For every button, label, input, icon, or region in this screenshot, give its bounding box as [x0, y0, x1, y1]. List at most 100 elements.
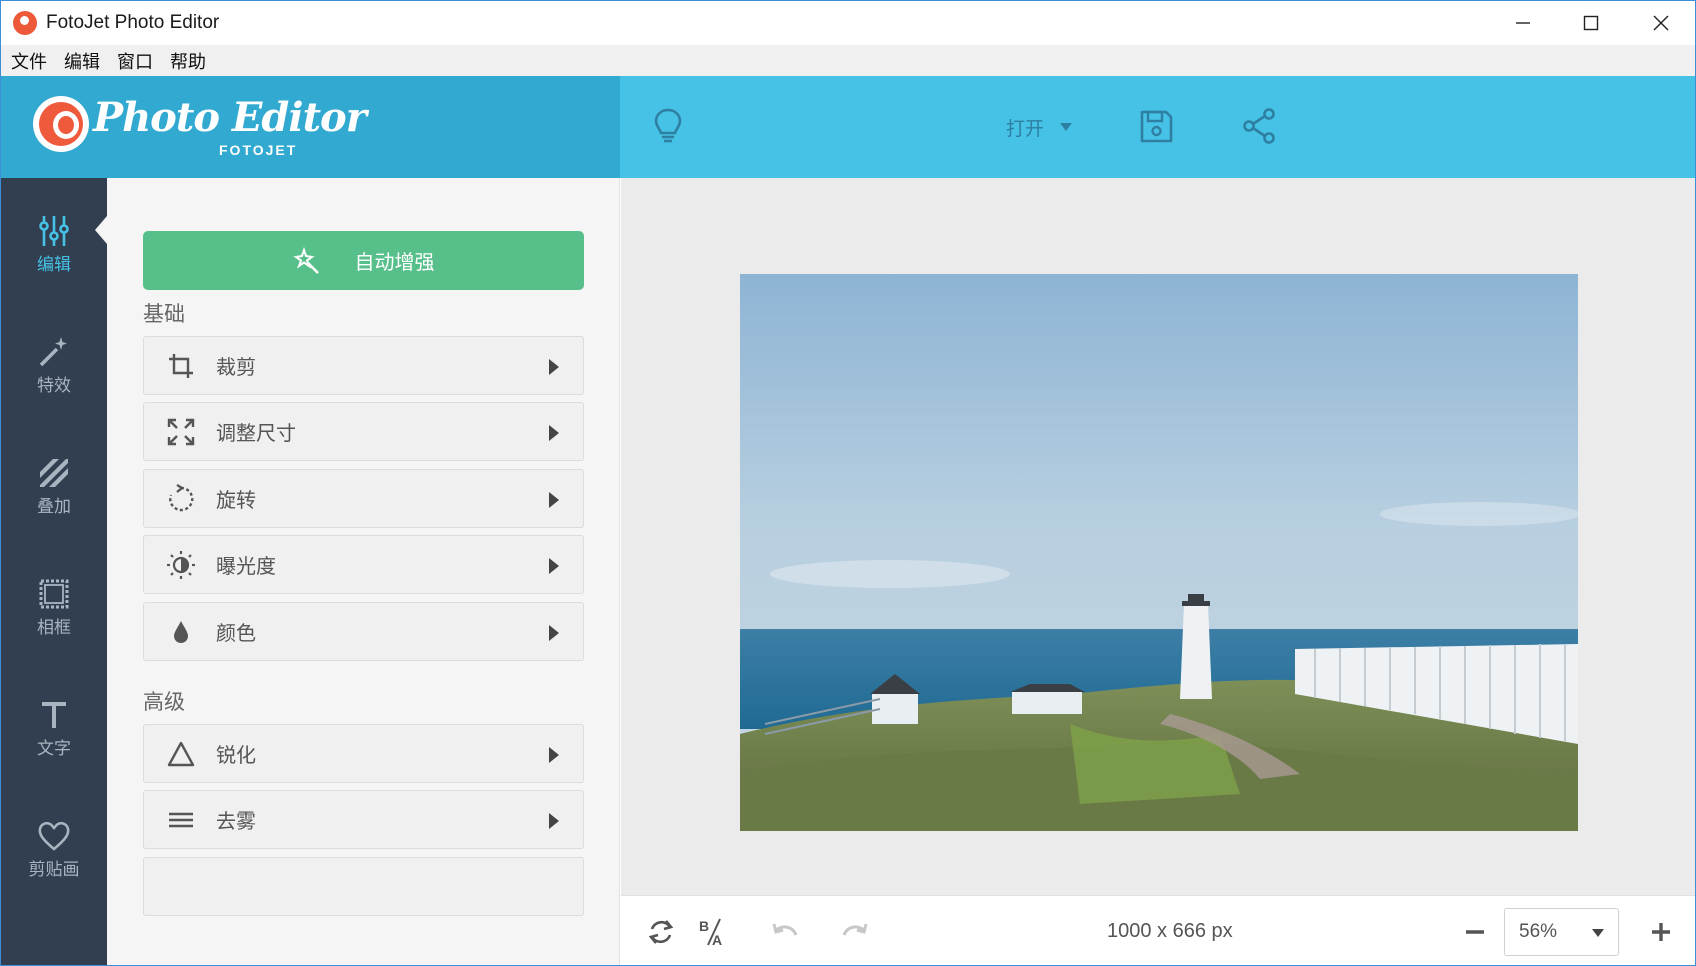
zoom-in-icon [1652, 923, 1670, 941]
share-button[interactable] [1234, 100, 1286, 152]
open-label: 打开 [1006, 117, 1045, 140]
triangle-icon [167, 741, 195, 766]
tool-label: 锐化 [216, 743, 256, 767]
bottom-bar: B A 1000 x 666 px 56% [621, 895, 1695, 965]
auto-enhance-label: 自动增强 [354, 250, 435, 274]
menu-bar: 文件 编辑 窗口 帮助 [1, 45, 1695, 76]
sliders-icon [39, 216, 69, 246]
auto-enhance-button[interactable]: 自动增强 [143, 231, 584, 290]
top-toolbar: 打开 [620, 76, 1695, 178]
rail-label: 叠加 [37, 497, 71, 517]
rail-item-text[interactable]: 文字 [1, 662, 107, 772]
chevron-right-icon [549, 492, 559, 508]
zoom-value: 56% [1519, 921, 1558, 942]
maximize-button[interactable] [1557, 1, 1625, 45]
edit-panel: 自动增强 基础 裁剪 调整尺寸 旋转 曝光度 颜色 高级 锐化 去雾 [107, 178, 620, 965]
close-icon [1653, 15, 1669, 31]
menu-window[interactable]: 窗口 [117, 48, 153, 74]
tool-label: 曝光度 [216, 554, 276, 578]
chevron-right-icon [549, 813, 559, 829]
heart-icon [38, 821, 70, 851]
tool-label: 旋转 [216, 488, 256, 512]
frame-icon [39, 579, 69, 609]
rail-item-overlay[interactable]: 叠加 [1, 420, 107, 530]
rotate-icon [169, 483, 194, 511]
lighthouse-photo [740, 274, 1578, 831]
zoom-in-button[interactable] [1643, 914, 1679, 950]
tool-dehaze[interactable]: 去雾 [143, 790, 584, 849]
zoom-out-button[interactable] [1457, 914, 1493, 950]
logo-title: Photo Editor [93, 94, 367, 141]
undo-button[interactable] [767, 914, 803, 950]
canvas-area [621, 178, 1695, 895]
chevron-right-icon [549, 625, 559, 641]
svg-text:A: A [712, 932, 722, 947]
tool-crop[interactable]: 裁剪 [143, 336, 584, 395]
zoom-out-icon [1466, 930, 1484, 934]
stripes-icon [40, 459, 68, 487]
chevron-right-icon [549, 359, 559, 375]
reset-icon [648, 920, 674, 944]
rail-label: 剪贴画 [28, 860, 80, 880]
reset-button[interactable] [643, 914, 679, 950]
window-title: FotoJet Photo Editor [46, 12, 220, 33]
rail-item-clipart[interactable]: 剪贴画 [1, 783, 107, 893]
crop-icon [169, 353, 193, 378]
app-window: FotoJet Photo Editor 文件 编辑 窗口 帮助 Photo E… [0, 0, 1696, 966]
active-pointer [95, 216, 107, 244]
before-after-button[interactable]: B A [695, 914, 731, 950]
open-dropdown[interactable]: 打开 [1006, 112, 1073, 142]
tool-color[interactable]: 颜色 [143, 602, 584, 661]
redo-button[interactable] [837, 914, 873, 950]
tool-label: 裁剪 [216, 355, 256, 379]
rail-label: 编辑 [37, 255, 71, 275]
image-dimensions: 1000 x 666 px [1107, 920, 1233, 942]
chevron-right-icon [549, 425, 559, 441]
tool-exposure[interactable]: 曝光度 [143, 535, 584, 594]
minimize-icon [1516, 22, 1530, 24]
exposure-icon [167, 550, 195, 579]
redo-icon [842, 923, 868, 936]
zoom-select[interactable]: 56% [1504, 908, 1619, 956]
chevron-right-icon [549, 558, 559, 574]
rail-label: 文字 [37, 739, 71, 759]
editing-photo[interactable] [740, 274, 1578, 831]
menu-edit[interactable]: 编辑 [64, 48, 100, 74]
menu-file[interactable]: 文件 [11, 48, 47, 74]
tips-button[interactable] [642, 100, 694, 152]
resize-icon [167, 418, 195, 445]
before-after-icon: B A [699, 918, 722, 947]
brand-header: Photo Editor FOTOJET [1, 76, 620, 178]
undo-icon [772, 923, 798, 936]
left-nav-rail: 编辑 特效 叠加 相框 文字 剪贴画 [1, 178, 107, 965]
tool-label: 去雾 [216, 809, 256, 833]
rail-item-frame[interactable]: 相框 [1, 541, 107, 651]
tool-sharpen[interactable]: 锐化 [143, 724, 584, 783]
close-button[interactable] [1627, 1, 1695, 45]
share-icon [1243, 108, 1275, 144]
rail-label: 特效 [37, 376, 71, 396]
tool-label: 调整尺寸 [216, 421, 296, 445]
magic-wand-icon [292, 246, 319, 274]
menu-help[interactable]: 帮助 [170, 48, 206, 74]
rail-item-effects[interactable]: 特效 [1, 299, 107, 409]
lines-icon [169, 812, 193, 827]
title-bar: FotoJet Photo Editor [1, 1, 1695, 45]
fotojet-logo-icon [33, 96, 89, 152]
lightbulb-icon [654, 108, 682, 143]
minimize-button[interactable] [1489, 1, 1557, 45]
section-advanced-title: 高级 [143, 690, 185, 714]
drop-icon [174, 620, 188, 643]
rail-item-edit[interactable]: 编辑 [1, 178, 107, 288]
svg-text:B: B [699, 918, 709, 934]
tool-more[interactable] [143, 857, 584, 916]
logo-subtitle: FOTOJET [219, 142, 298, 158]
tool-label: 颜色 [216, 621, 256, 645]
rail-label: 相框 [37, 618, 71, 638]
chevron-right-icon [549, 747, 559, 763]
tool-resize[interactable]: 调整尺寸 [143, 402, 584, 461]
maximize-icon [1583, 15, 1599, 31]
text-icon [42, 702, 66, 728]
tool-rotate[interactable]: 旋转 [143, 469, 584, 528]
save-button[interactable] [1130, 100, 1182, 152]
